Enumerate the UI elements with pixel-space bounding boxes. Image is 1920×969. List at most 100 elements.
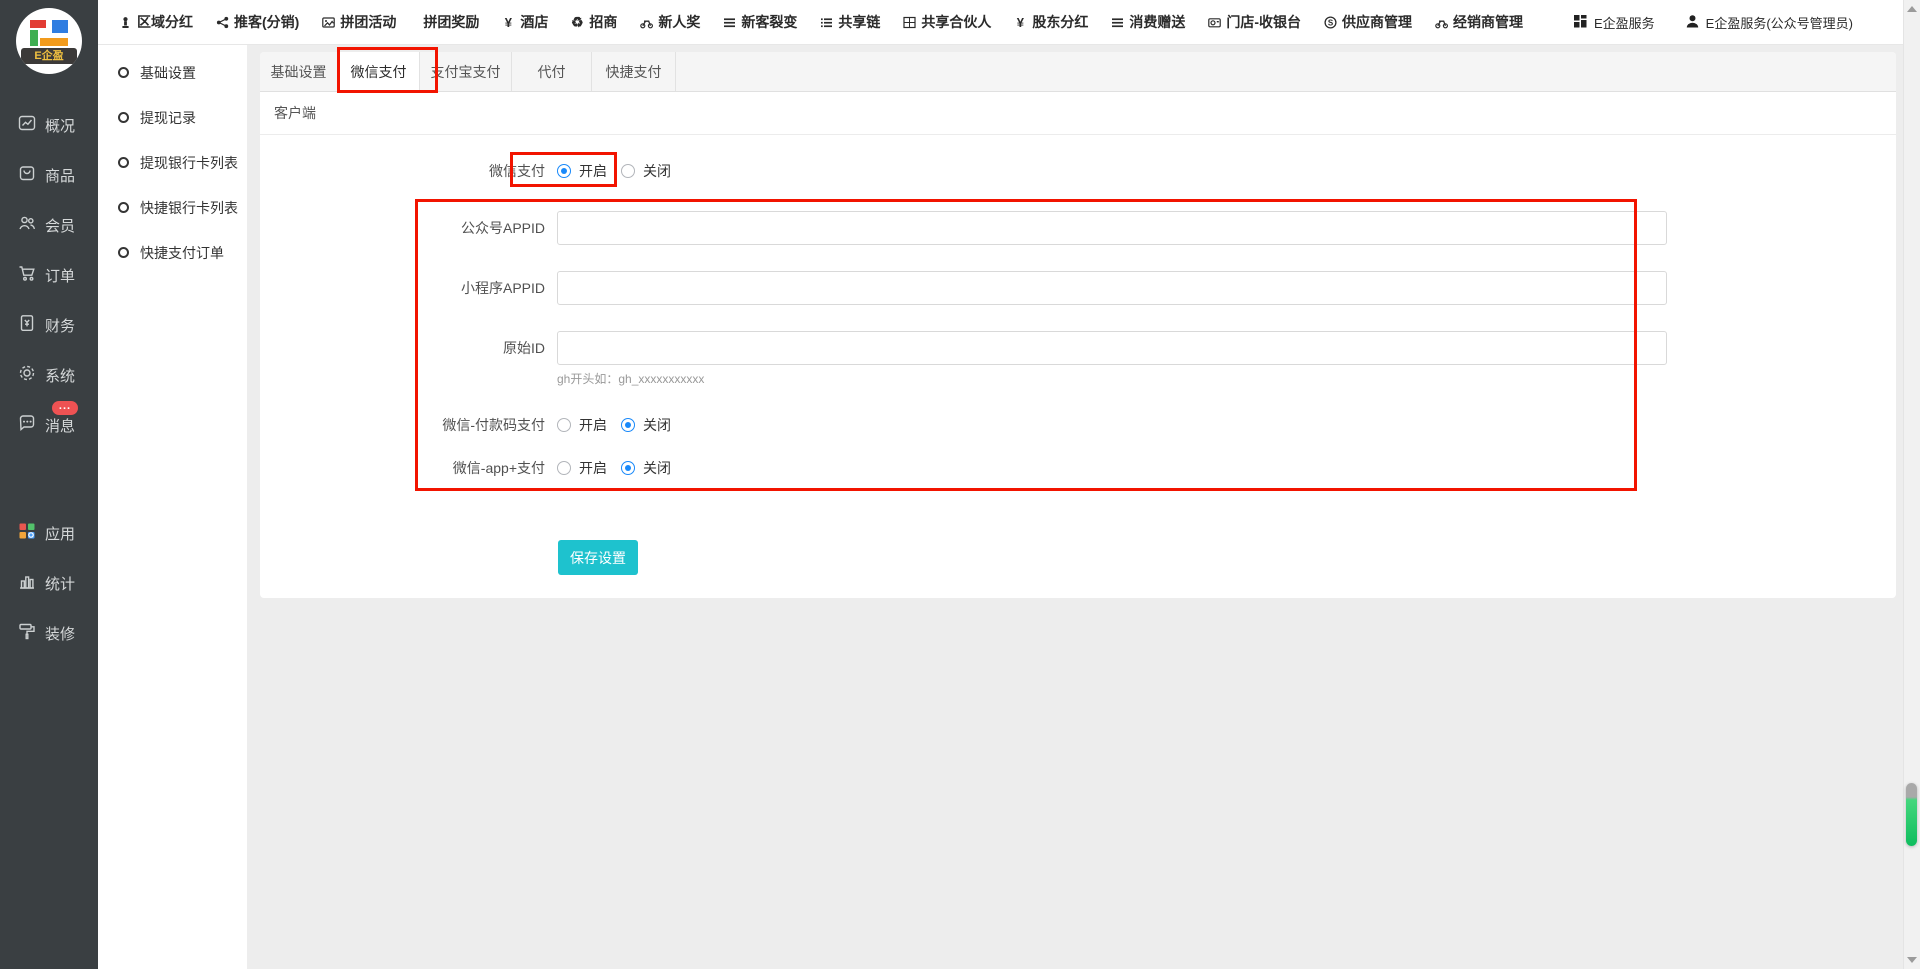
topnav-item-label: 消费赠送 <box>1129 12 1185 32</box>
scan-pay-row: 微信-付款码支付 开启 关闭 <box>260 409 1896 441</box>
yen-icon: ¥ <box>1013 15 1027 29</box>
topnav-item-label: 招商 <box>589 12 617 32</box>
radio-label: 开启 <box>579 458 607 478</box>
topnav-item-label: 酒店 <box>520 12 548 32</box>
topnav-item[interactable]: 共享链 <box>819 12 880 32</box>
sidebar-item-design[interactable]: 装修 <box>0 608 98 658</box>
message-icon <box>17 413 37 437</box>
sidebar-item-message[interactable]: 消息... <box>0 400 98 450</box>
wechat-pay-row: 微信支付 开启 关闭 <box>260 155 1896 187</box>
official-appid-row: 公众号APPID <box>260 211 1896 245</box>
topnav-item-label: 拼团活动 <box>340 12 396 32</box>
topnav-item-label: 拼团奖励 <box>423 12 479 32</box>
sidebar-item-order[interactable]: 订单 <box>0 250 98 300</box>
camera-icon <box>1207 15 1221 29</box>
sidebar-item-overview[interactable]: 概况 <box>0 100 98 150</box>
scrollbar-thumb[interactable] <box>1906 783 1917 846</box>
topnav-item[interactable]: 门店-收银台 <box>1207 12 1301 32</box>
original-id-row: 原始ID <box>260 331 1896 365</box>
sidebar-item-apps[interactable]: 应用 <box>0 508 98 558</box>
sidebar-item-member[interactable]: 会员 <box>0 200 98 250</box>
miniprogram-appid-input[interactable] <box>557 271 1667 305</box>
image-icon <box>321 15 335 29</box>
topnav-item[interactable]: ¥酒店 <box>501 12 548 32</box>
official-appid-label: 公众号APPID <box>260 218 557 238</box>
app-pay-off-radio[interactable]: 关闭 <box>621 458 671 478</box>
system-icon <box>17 363 37 387</box>
topnav-item-label: 新人奖 <box>658 12 700 32</box>
logo-blue-block <box>52 20 68 33</box>
app-pay-on-radio[interactable]: 开启 <box>557 458 607 478</box>
sidebar-item-goods[interactable]: 商品 <box>0 150 98 200</box>
app-logo: E企盈 <box>16 8 82 74</box>
radio-label: 开启 <box>579 161 607 181</box>
tab-alipay[interactable]: 支付宝支付 <box>420 52 512 91</box>
topnav-item[interactable]: 共享合伙人 <box>902 12 991 32</box>
scan-pay-on-radio[interactable]: 开启 <box>557 415 607 435</box>
header-account-area: E企盈服务 E企盈服务(公众号管理员) <box>1573 0 1853 45</box>
s-badge-icon: S <box>1323 15 1337 29</box>
official-appid-input[interactable] <box>557 211 1667 245</box>
radio-selected-icon <box>621 418 635 432</box>
scrollbar-down-icon[interactable] <box>1907 957 1917 963</box>
submenu-item-label: 快捷银行卡列表 <box>140 198 238 218</box>
sidebar-item-system[interactable]: 系统 <box>0 350 98 400</box>
save-settings-button[interactable]: 保存设置 <box>558 540 638 575</box>
scan-pay-options: 开启 关闭 <box>557 415 671 435</box>
miniprogram-appid-row: 小程序APPID <box>260 271 1896 305</box>
submenu-item[interactable]: 提现记录 <box>98 95 247 140</box>
submenu-item[interactable]: 快捷银行卡列表 <box>98 185 247 230</box>
account-menu[interactable]: E企盈服务(公众号管理员) <box>1685 13 1853 32</box>
tab-basic-settings[interactable]: 基础设置 <box>260 52 338 91</box>
tab-wechat-pay[interactable]: 微信支付 <box>338 52 420 91</box>
scan-pay-label: 微信-付款码支付 <box>260 415 557 435</box>
sidebar-item-finance[interactable]: 财务 <box>0 300 98 350</box>
motorcycle-icon <box>1434 15 1448 29</box>
top-nav: 区域分红推客(分销)拼团活动拼团奖励¥酒店♻招商新人奖新客裂变共享链共享合伙人¥… <box>118 12 1523 32</box>
logo-green-block <box>30 30 38 46</box>
circle-bullet-icon <box>118 157 129 168</box>
topnav-item[interactable]: S供应商管理 <box>1323 12 1412 32</box>
topnav-item[interactable]: 区域分红 <box>118 12 193 32</box>
grid-table-icon <box>902 15 916 29</box>
service-menu[interactable]: E企盈服务 <box>1573 13 1655 32</box>
scan-pay-off-radio[interactable]: 关闭 <box>621 415 671 435</box>
sidebar-item-label: 消息 <box>45 415 75 436</box>
wechat-pay-off-radio[interactable]: 关闭 <box>621 161 671 181</box>
scrollbar-up-icon[interactable] <box>1907 6 1917 12</box>
app-pay-label: 微信-app+支付 <box>260 458 557 478</box>
tab-proxy-pay[interactable]: 代付 <box>512 52 592 91</box>
sidebar-nav-bottom: 应用统计装修 <box>0 508 98 658</box>
submenu-item[interactable]: 基础设置 <box>98 50 247 95</box>
sidebar-item-label: 财务 <box>45 315 75 336</box>
content-panel: 基础设置微信支付支付宝支付代付快捷支付 客户端 微信支付 开启 关闭 公众号AP… <box>260 52 1896 598</box>
primary-sidebar: E企盈 概况商品会员订单财务系统消息... 应用统计装修 <box>0 0 98 969</box>
topnav-item[interactable]: 经销商管理 <box>1434 12 1523 32</box>
original-id-label: 原始ID <box>260 338 557 358</box>
topnav-item[interactable]: 消费赠送 <box>1110 12 1185 32</box>
topnav-item[interactable]: 拼团活动 <box>321 12 396 32</box>
topnav-item[interactable]: 拼团奖励 <box>418 12 479 32</box>
wechat-pay-label: 微信支付 <box>260 161 557 181</box>
topnav-item[interactable]: 推客(分销) <box>215 12 299 32</box>
topnav-item[interactable]: ♻招商 <box>570 12 617 32</box>
page-scrollbar[interactable] <box>1903 0 1920 969</box>
submenu-item[interactable]: 提现银行卡列表 <box>98 140 247 185</box>
topnav-item[interactable]: 新人奖 <box>639 12 700 32</box>
submenu-item[interactable]: 快捷支付订单 <box>98 230 247 275</box>
radio-label: 关闭 <box>643 415 671 435</box>
radio-selected-icon <box>621 461 635 475</box>
original-id-input[interactable] <box>557 331 1667 365</box>
account-label: E企盈服务 <box>1594 13 1655 32</box>
app-pay-options: 开启 关闭 <box>557 458 671 478</box>
sidebar-item-label: 订单 <box>45 265 75 286</box>
radio-selected-icon <box>557 164 571 178</box>
topnav-item[interactable]: ¥股东分红 <box>1013 12 1088 32</box>
tab-quick-pay[interactable]: 快捷支付 <box>592 52 676 91</box>
topnav-item[interactable]: 新客裂变 <box>722 12 797 32</box>
wechat-pay-on-radio[interactable]: 开启 <box>557 161 607 181</box>
topnav-item-label: 门店-收银台 <box>1226 12 1301 32</box>
overview-icon <box>17 113 37 137</box>
sidebar-item-stats[interactable]: 统计 <box>0 558 98 608</box>
trophy-icon <box>118 15 132 29</box>
